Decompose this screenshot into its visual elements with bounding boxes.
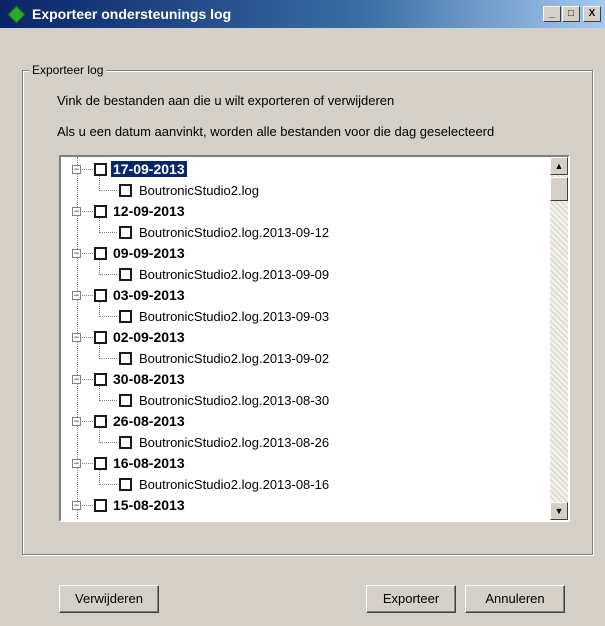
date-checkbox[interactable]: [94, 163, 107, 176]
file-checkbox[interactable]: [119, 352, 132, 365]
scroll-thumb[interactable]: [550, 177, 568, 201]
date-checkbox[interactable]: [94, 289, 107, 302]
date-label[interactable]: 16-08-2013: [111, 455, 187, 471]
tree-connector: [82, 379, 93, 380]
collapse-toggle-icon[interactable]: −: [72, 165, 81, 174]
file-label[interactable]: BoutronicStudio2.log: [139, 183, 259, 198]
date-checkbox[interactable]: [94, 373, 107, 386]
tree-connector: [100, 232, 117, 233]
instruction-text-1: Vink de bestanden aan die u wilt exporte…: [57, 93, 395, 108]
collapse-toggle-icon[interactable]: −: [72, 417, 81, 426]
file-label[interactable]: BoutronicStudio2.log.2013-08-26: [139, 435, 329, 450]
tree-file-node[interactable]: BoutronicStudio2.log.2013-08-30: [61, 390, 541, 411]
file-label[interactable]: BoutronicStudio2.log.2013-09-02: [139, 351, 329, 366]
tree-file-node[interactable]: BoutronicStudio2.log.2013-08-16: [61, 474, 541, 495]
file-checkbox[interactable]: [119, 226, 132, 239]
date-label[interactable]: 12-09-2013: [111, 203, 187, 219]
cancel-button[interactable]: Annuleren: [465, 585, 565, 613]
date-checkbox[interactable]: [94, 331, 107, 344]
tree-connector: [100, 358, 117, 359]
green-diamond-icon: [7, 5, 26, 24]
close-button[interactable]: X: [583, 6, 601, 22]
tree-date-node[interactable]: − 26-08-2013: [61, 411, 541, 432]
scroll-down-button[interactable]: ▼: [550, 502, 568, 520]
vertical-scrollbar[interactable]: ▲ ▼: [550, 157, 568, 520]
tree-date-node[interactable]: − 16-08-2013: [61, 453, 541, 474]
delete-button[interactable]: Verwijderen: [59, 585, 159, 613]
date-label[interactable]: 30-08-2013: [111, 371, 187, 387]
export-button[interactable]: Exporteer: [366, 585, 456, 613]
date-checkbox[interactable]: [94, 415, 107, 428]
tree-file-node[interactable]: BoutronicStudio2.log.2013-08-26: [61, 432, 541, 453]
tree-file-node[interactable]: BoutronicStudio2.log: [61, 180, 541, 201]
tree-file-node[interactable]: BoutronicStudio2.log.2013-09-09: [61, 264, 541, 285]
date-label[interactable]: 17-09-2013: [111, 161, 187, 177]
file-checkbox[interactable]: [119, 478, 132, 491]
date-label[interactable]: 09-09-2013: [111, 245, 187, 261]
date-checkbox[interactable]: [94, 499, 107, 512]
tree-connector: [82, 337, 93, 338]
tree-connector: [82, 295, 93, 296]
tree-content: − 17-09-2013 BoutronicStudio2.log − 12-09-20…: [61, 157, 548, 520]
tree-connector: [82, 505, 93, 506]
tree-connector: [100, 316, 117, 317]
date-checkbox[interactable]: [94, 205, 107, 218]
tree-connector: [82, 421, 93, 422]
export-log-dialog: Exporteer ondersteunings log _ □ X Expor…: [0, 0, 605, 626]
collapse-toggle-icon[interactable]: −: [72, 249, 81, 258]
group-legend: Exporteer log: [29, 63, 107, 77]
tree-date-node[interactable]: − 09-09-2013: [61, 243, 541, 264]
file-label[interactable]: BoutronicStudio2.log.2013-09-09: [139, 267, 329, 282]
collapse-toggle-icon[interactable]: −: [72, 375, 81, 384]
tree-connector: [82, 463, 93, 464]
tree-file-node[interactable]: BoutronicStudio2.log.2013-09-03: [61, 306, 541, 327]
date-checkbox[interactable]: [94, 247, 107, 260]
date-checkbox[interactable]: [94, 457, 107, 470]
date-label[interactable]: 26-08-2013: [111, 413, 187, 429]
file-label[interactable]: BoutronicStudio2.log.2013-08-30: [139, 393, 329, 408]
tree-connector: [100, 190, 117, 191]
collapse-toggle-icon[interactable]: −: [72, 291, 81, 300]
minimize-button[interactable]: _: [543, 6, 561, 22]
instruction-text-2: Als u een datum aanvinkt, worden alle be…: [57, 124, 495, 139]
log-file-tree[interactable]: − 17-09-2013 BoutronicStudio2.log − 12-09-20…: [59, 155, 570, 522]
collapse-toggle-icon[interactable]: −: [72, 207, 81, 216]
tree-file-node[interactable]: BoutronicStudio2.log.2013-09-02: [61, 348, 541, 369]
tree-connector: [82, 253, 93, 254]
file-label[interactable]: BoutronicStudio2.log.2013-09-12: [139, 225, 329, 240]
scroll-up-button[interactable]: ▲: [550, 157, 568, 175]
collapse-toggle-icon[interactable]: −: [72, 459, 81, 468]
tree-date-node[interactable]: − 30-08-2013: [61, 369, 541, 390]
tree-connector: [82, 211, 93, 212]
tree-date-node[interactable]: − 15-08-2013: [61, 495, 541, 516]
maximize-button[interactable]: □: [562, 6, 580, 22]
collapse-toggle-icon[interactable]: −: [72, 333, 81, 342]
date-label[interactable]: 02-09-2013: [111, 329, 187, 345]
file-label[interactable]: BoutronicStudio2.log.2013-09-03: [139, 309, 329, 324]
tree-date-node[interactable]: − 03-09-2013: [61, 285, 541, 306]
date-label[interactable]: 03-09-2013: [111, 287, 187, 303]
collapse-toggle-icon[interactable]: −: [72, 501, 81, 510]
tree-connector: [100, 484, 117, 485]
tree-date-node[interactable]: − 02-09-2013: [61, 327, 541, 348]
file-checkbox[interactable]: [119, 436, 132, 449]
tree-file-node[interactable]: BoutronicStudio2.log.2013-09-12: [61, 222, 541, 243]
file-checkbox[interactable]: [119, 268, 132, 281]
tree-connector: [100, 400, 117, 401]
title-bar[interactable]: Exporteer ondersteunings log _ □ X: [0, 0, 605, 28]
tree-date-node[interactable]: − 17-09-2013: [61, 159, 541, 180]
file-checkbox[interactable]: [119, 310, 132, 323]
tree-connector: [82, 169, 93, 170]
date-label[interactable]: 15-08-2013: [111, 497, 187, 513]
file-label[interactable]: BoutronicStudio2.log.2013-08-16: [139, 477, 329, 492]
tree-connector: [100, 442, 117, 443]
file-checkbox[interactable]: [119, 184, 132, 197]
file-checkbox[interactable]: [119, 394, 132, 407]
tree-connector: [100, 274, 117, 275]
tree-date-node[interactable]: − 12-09-2013: [61, 201, 541, 222]
window-title: Exporteer ondersteunings log: [32, 6, 232, 22]
